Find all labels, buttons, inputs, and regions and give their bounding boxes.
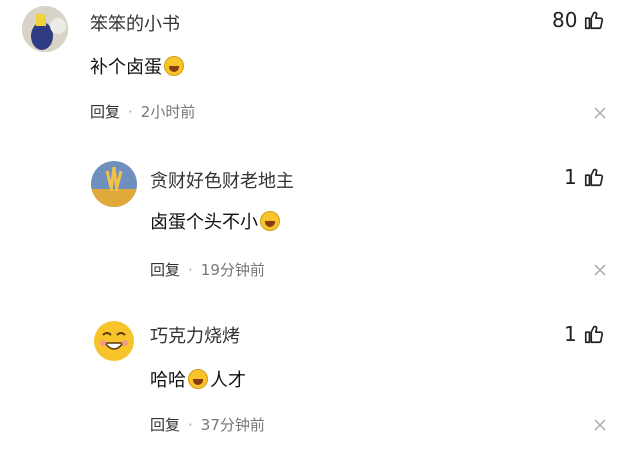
thumbs-up-icon[interactable] (583, 166, 605, 188)
avatar[interactable] (22, 6, 68, 52)
like-count: 80 (552, 8, 578, 32)
username[interactable]: 贪财好色财老地主 (150, 167, 294, 193)
close-icon[interactable] (594, 419, 606, 431)
thumbs-up-icon[interactable] (583, 323, 605, 345)
like-count: 1 (564, 165, 577, 189)
comment-text: 哈哈 人才 (150, 366, 246, 392)
laugh-cry-emoji (164, 56, 184, 76)
comment-text-content: 补个卤蛋 (90, 57, 162, 78)
like-count: 1 (564, 322, 577, 346)
avatar[interactable] (91, 317, 137, 363)
comment-text: 补个卤蛋 (90, 53, 186, 79)
reply-button[interactable]: 回复 (90, 101, 120, 122)
like-control[interactable]: 80 (552, 8, 605, 32)
timestamp: 2小时前 (140, 103, 196, 121)
close-icon[interactable] (594, 264, 606, 276)
comment-meta: 回复 · 2小时前 (90, 101, 195, 122)
username[interactable]: 笨笨的小书 (90, 10, 180, 36)
separator-dot: · (188, 260, 193, 279)
timestamp: 19分钟前 (200, 261, 265, 279)
grin-emoji (188, 369, 208, 389)
timestamp: 37分钟前 (200, 416, 265, 434)
separator-dot: · (128, 102, 133, 121)
comment-meta: 回复 · 19分钟前 (150, 259, 265, 280)
like-control[interactable]: 1 (564, 165, 605, 189)
comment-meta: 回复 · 37分钟前 (150, 414, 265, 435)
like-control[interactable]: 1 (564, 322, 605, 346)
username[interactable]: 巧克力烧烤 (150, 322, 240, 348)
comment-text: 卤蛋个头不小 (150, 208, 282, 234)
comment-text-content: 卤蛋个头不小 (150, 212, 258, 233)
reply-button[interactable]: 回复 (150, 414, 180, 435)
laugh-cry-emoji (260, 211, 280, 231)
thumbs-up-icon[interactable] (583, 9, 605, 31)
separator-dot: · (188, 415, 193, 434)
avatar[interactable] (91, 161, 137, 207)
reply-button[interactable]: 回复 (150, 259, 180, 280)
close-icon[interactable] (594, 107, 606, 119)
comment-text-after: 人才 (210, 370, 246, 391)
comment-text-before: 哈哈 (150, 370, 186, 391)
